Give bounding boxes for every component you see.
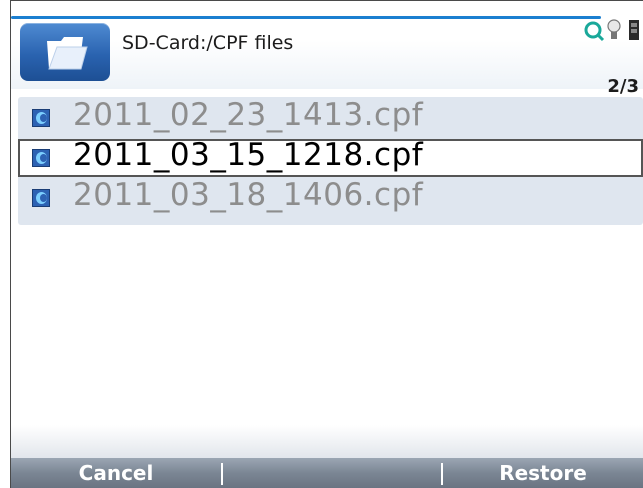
cancel-softkey[interactable]: Cancel (11, 458, 221, 488)
status-icons (584, 19, 639, 42)
current-path: SD-Card:/CPF files (122, 32, 294, 54)
page-counter: 2/3 (607, 76, 639, 97)
search-icon (584, 21, 605, 42)
file-name: 2011_03_15_1218.cpf (73, 137, 424, 173)
header-accent-line (11, 16, 601, 19)
middle-softkey[interactable] (221, 458, 443, 488)
file-row-selected[interactable]: 2011_03_15_1218.cpf (18, 137, 643, 177)
cpf-file-icon (32, 149, 50, 167)
lightbulb-icon (607, 19, 621, 39)
folder-button[interactable] (20, 23, 110, 81)
folder-icon (47, 37, 88, 70)
file-name: 2011_02_23_1413.cpf (73, 97, 424, 133)
battery-icon (629, 20, 639, 40)
file-row[interactable]: 2011_03_18_1406.cpf (18, 177, 643, 217)
cpf-file-icon (32, 189, 50, 207)
file-name: 2011_03_18_1406.cpf (73, 177, 424, 213)
file-list: 2011_02_23_1413.cpf 2011_03_15_1218.cpf … (18, 97, 643, 225)
bottom-fade (11, 425, 643, 458)
softkey-bar: Cancel Restore (11, 458, 643, 488)
restore-softkey[interactable]: Restore (443, 458, 643, 488)
cpf-file-icon (32, 109, 50, 127)
file-row[interactable]: 2011_02_23_1413.cpf (18, 97, 643, 137)
